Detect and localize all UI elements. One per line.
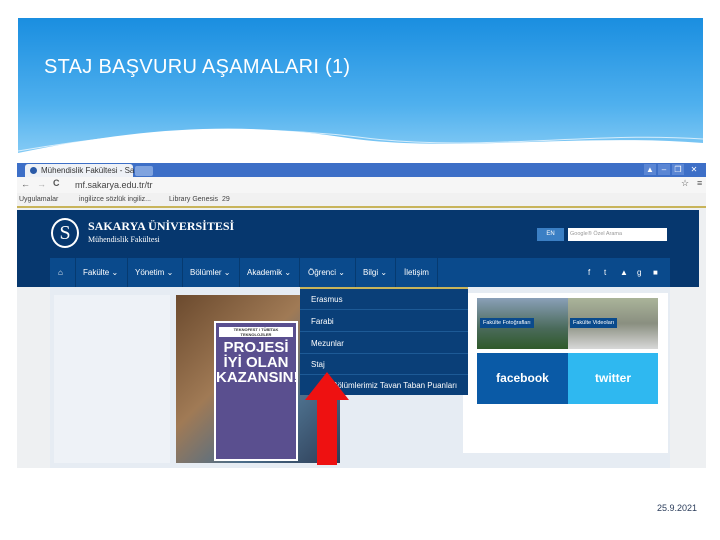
bookmark-libgen[interactable]: Library Genesis	[169, 196, 218, 203]
home-icon[interactable]: ⌂	[58, 268, 63, 277]
reload-icon[interactable]: C	[53, 178, 60, 188]
menu-item-farabi[interactable]: Farabi	[311, 317, 334, 326]
back-icon[interactable]: ←	[21, 179, 30, 189]
url-input[interactable]: mf.sakarya.edu.tr/tr	[75, 180, 153, 190]
menu-icon[interactable]: ≡	[697, 178, 702, 188]
twitter-icon[interactable]: t	[604, 268, 606, 277]
nav-yonetim[interactable]: Yönetim ⌄	[135, 268, 173, 277]
bookmarks-bar: Uygulamalar ingilizce sözlük ingiliz... …	[17, 193, 706, 208]
main-nav: ⌂ Fakülte ⌄ Yönetim ⌄ Bölümler ⌄ Akademi…	[50, 258, 670, 287]
bookmark-dictionary[interactable]: ingilizce sözlük ingiliz...	[79, 196, 151, 203]
bookmark-29[interactable]: 29	[222, 196, 230, 203]
new-tab-button[interactable]	[135, 166, 153, 176]
menu-item-mezunlar[interactable]: Mezunlar	[311, 339, 344, 348]
faculty-photos-link[interactable]: Fakülte Fotoğrafları	[477, 298, 568, 349]
nav-bolumler[interactable]: Bölümler ⌄	[190, 268, 231, 277]
menu-item-erasmus[interactable]: Erasmus	[311, 295, 343, 304]
university-name: SAKARYA ÜNİVERSİTESİ	[88, 219, 235, 233]
close-button[interactable]: ✕	[688, 164, 700, 175]
slide-title: STAJ BAŞVURU AŞAMALARI (1)	[44, 56, 351, 78]
favicon-icon	[30, 167, 37, 174]
restore-button[interactable]: ❐	[672, 164, 684, 175]
facebook-link[interactable]: facebook	[477, 353, 568, 404]
youtube-icon[interactable]: ▲	[620, 268, 628, 277]
minimize-button[interactable]: –	[658, 164, 670, 175]
red-arrow-icon	[305, 372, 349, 465]
user-icon[interactable]: ▲	[644, 164, 656, 175]
star-icon[interactable]: ☆	[681, 178, 689, 189]
nav-ogrenci[interactable]: Öğrenci ⌄	[308, 268, 345, 277]
tab-title: Mühendislik Fakültesi - Sa	[41, 166, 135, 175]
right-panel: Fakülte Fotoğrafları Fakülte Videoları f…	[463, 293, 668, 453]
googleplus-icon[interactable]: g	[637, 268, 641, 277]
facebook-icon[interactable]: f	[588, 268, 590, 277]
poster: TEKNOFEST / TÜBİTAK TEKNOLOJİLER PROJESİ…	[214, 321, 299, 461]
faculty-name: Mühendislik Fakültesi	[88, 235, 160, 244]
flickr-icon[interactable]: ■	[653, 268, 658, 277]
bookmark-apps[interactable]: Uygulamalar	[19, 196, 58, 203]
tab-bar: Mühendislik Fakültesi - Sa × ▲ – ❐ ✕	[17, 163, 706, 177]
browser-tab[interactable]: Mühendislik Fakültesi - Sa ×	[25, 164, 141, 177]
slide-header	[18, 18, 703, 163]
slide-date: 25.9.2021	[657, 503, 698, 513]
left-panel	[54, 295, 170, 463]
menu-item-staj[interactable]: Staj	[311, 360, 325, 369]
search-input[interactable]: Google® Özel Arama	[568, 228, 667, 241]
nav-iletisim[interactable]: İletişim	[404, 268, 429, 277]
forward-icon[interactable]: →	[37, 179, 46, 189]
faculty-videos-link[interactable]: Fakülte Videoları	[568, 298, 658, 349]
nav-fakulte[interactable]: Fakülte ⌄	[83, 268, 118, 277]
university-logo[interactable]: S	[51, 218, 79, 248]
twitter-link[interactable]: twitter	[568, 353, 658, 404]
nav-bilgi[interactable]: Bilgi ⌄	[363, 268, 387, 277]
language-button[interactable]: EN	[537, 228, 564, 241]
site-header: S SAKARYA ÜNİVERSİTESİ Mühendislik Fakül…	[17, 210, 699, 287]
nav-akademik[interactable]: Akademik ⌄	[247, 268, 291, 277]
address-bar: ← → C mf.sakarya.edu.tr/tr ☆ ≡	[17, 177, 706, 193]
browser-screenshot: Mühendislik Fakültesi - Sa × ▲ – ❐ ✕ ← →…	[17, 163, 706, 468]
